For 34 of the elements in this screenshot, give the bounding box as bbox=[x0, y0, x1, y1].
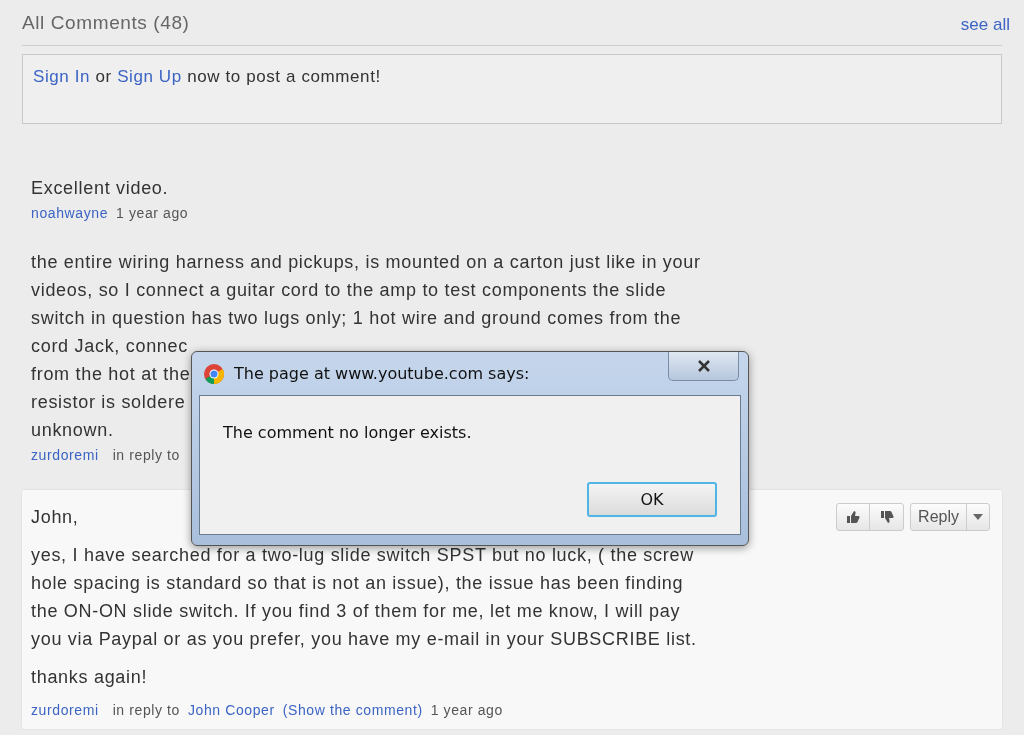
comment-text: unknown. bbox=[31, 418, 114, 442]
comment-text: thanks again! bbox=[31, 665, 149, 689]
reply-label: in reply to bbox=[112, 445, 180, 464]
sign-in-link[interactable]: Sign In bbox=[33, 66, 91, 86]
see-all-link[interactable]: see all bbox=[960, 12, 1010, 38]
caret-icon bbox=[973, 513, 983, 520]
author-link[interactable]: noahwayne bbox=[31, 203, 108, 222]
thumbs-up-icon bbox=[846, 509, 861, 524]
reply-to-link[interactable]: John Cooper bbox=[187, 700, 275, 719]
comment-text: cord Jack, connec bbox=[31, 334, 188, 358]
comment-text: resistor is soldere bbox=[31, 390, 186, 414]
close-icon bbox=[696, 360, 711, 372]
show-comment-link[interactable]: (Show the comment) bbox=[282, 700, 423, 719]
sign-up-link[interactable]: Sign Up bbox=[117, 66, 182, 86]
comment-text: switch in question has two lugs only; 1 hot wire and ground comes from the bbox=[31, 306, 682, 330]
comments-heading: All Comments (48) bbox=[22, 11, 190, 35]
comment-time: 1 year ago bbox=[116, 203, 189, 222]
thumbs-down-icon bbox=[879, 509, 894, 524]
close-button[interactable] bbox=[668, 352, 739, 381]
comment-text: videos, so I connect a guitar cord to the amp to test components the slide bbox=[31, 278, 667, 302]
ok-button[interactable]: OK bbox=[587, 482, 717, 517]
comment-text: John, bbox=[31, 505, 80, 529]
dialog-title: The page at www.youtube.com says: bbox=[234, 362, 530, 385]
comment-text: yes, I have searched for a two-lug slide switch SPST but no luck, ( the screw hole spacing is standard so that is not an issue), the issue has been finding the ON-ON slide switch. If you find 3 of them for me, let me know, I will pay you via Paypal or as you prefer, you have my e-mail in your SUBSCRIBE list. bbox=[31, 543, 698, 651]
reply-label: in reply to bbox=[112, 700, 180, 719]
author-link[interactable]: zurdoremi bbox=[31, 445, 99, 464]
comment-text: from the hot at the bbox=[31, 362, 191, 386]
comment-text: Excellent video. bbox=[31, 176, 169, 200]
sign-in-prompt: Sign In or Sign Up now to post a comment! bbox=[33, 66, 381, 86]
comment-text: the entire wiring harness and pickups, is mounted on a carton just like in your bbox=[31, 250, 701, 274]
comment-time: 1 year ago bbox=[430, 700, 503, 719]
browser-logo-icon bbox=[203, 362, 225, 385]
author-link[interactable]: zurdoremi bbox=[31, 700, 99, 719]
dialog-message: The comment no longer exists. bbox=[223, 422, 472, 444]
